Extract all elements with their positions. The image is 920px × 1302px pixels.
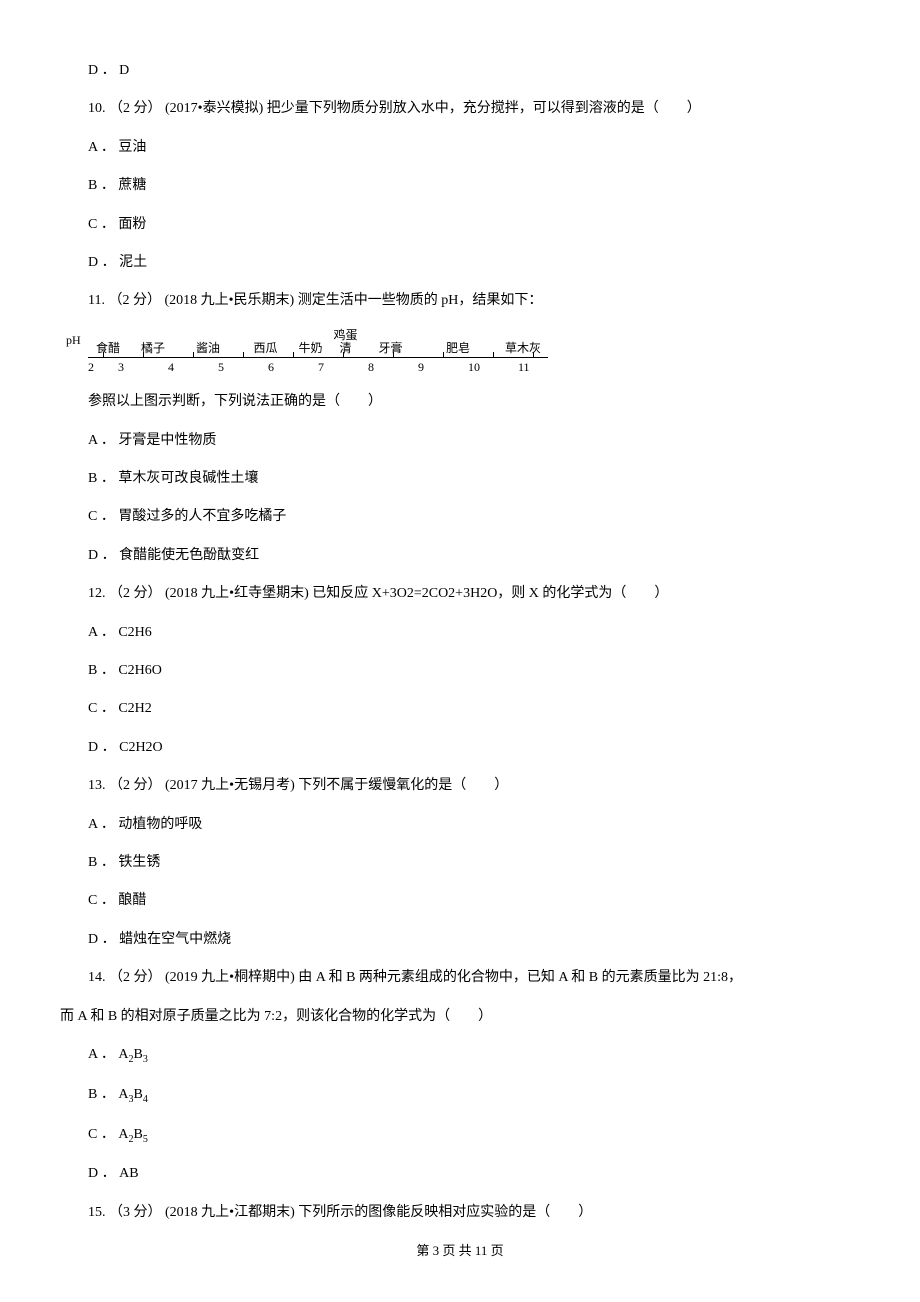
ph-tick-row: 2 3 4 5 6 7 8 9 10 11 [88,358,860,377]
q14-b-prefix: B ． [88,1087,118,1102]
ph-scale-figure: pH 食醋 橘子 酱油 西瓜 牛奶 鸡蛋清 牙膏 肥皂 草木灰 2 3 4 5 … [88,329,860,378]
q14-d-prefix: D ． [88,1166,119,1181]
ph-item-soap: 肥皂 [418,342,498,355]
q13-option-d: D ． 蜡烛在空气中燃烧 [60,929,860,951]
q14-stem-line1: 14. （2 分） (2019 九上•桐梓期中) 由 A 和 B 两种元素组成的… [60,967,860,989]
ph-tick-11: 11 [518,358,548,377]
ph-tick-9: 9 [418,358,468,377]
q11-option-c: C ． 胃酸过多的人不宜多吃橘子 [60,506,860,528]
q14-stem-line2: 而 A 和 B 的相对原子质量之比为 7:2，则该化合物的化学式为（ ） [60,1006,860,1028]
q14-c-formula: A2B5 [118,1127,147,1142]
q10-option-b: B ． 蔗糖 [60,175,860,197]
q14-option-b: B ． A3B4 [60,1084,860,1108]
ph-item-vinegar: 食醋 [88,342,128,355]
q10-stem: 10. （2 分） (2017•泰兴模拟) 把少量下列物质分别放入水中，充分搅拌… [60,98,860,120]
ph-item-eggwhite: 鸡蛋清 [328,329,363,355]
q14-option-d: D ． AB [60,1163,860,1185]
q12-stem: 12. （2 分） (2018 九上•红寺堡期末) 已知反应 X+3O2=2CO… [60,583,860,605]
q13-option-a: A ． 动植物的呼吸 [60,814,860,836]
q14-option-a: A ． A2B3 [60,1044,860,1068]
q11-option-d: D ． 食醋能使无色酚酞变红 [60,545,860,567]
ph-axis-label: pH [66,331,81,350]
q15-stem: 15. （3 分） (2018 九上•江都期末) 下列所示的图像能反映相对应实验… [60,1202,860,1224]
ph-item-orange: 橘子 [128,342,178,355]
ph-item-ash: 草木灰 [498,342,548,355]
ph-tick-7: 7 [318,358,368,377]
q14-a-prefix: A ． [88,1047,118,1062]
page-footer: 第 3 页 共 11 页 [0,1241,920,1262]
ph-item-toothpaste: 牙膏 [363,342,418,355]
ph-item-milk: 牛奶 [293,342,328,355]
q12-option-c: C ． C2H2 [60,698,860,720]
q12-option-a: A ． C2H6 [60,622,860,644]
ph-item-labels: 食醋 橘子 酱油 西瓜 牛奶 鸡蛋清 牙膏 肥皂 草木灰 [88,329,860,355]
ph-tick-5: 5 [218,358,268,377]
ph-item-watermelon: 西瓜 [238,342,293,355]
q9-option-d: D ． D [60,60,860,82]
ph-tick-2: 2 [88,358,118,377]
q13-option-b: B ． 铁生锈 [60,852,860,874]
ph-tick-8: 8 [368,358,418,377]
ph-tick-6: 6 [268,358,318,377]
ph-tick-10: 10 [468,358,518,377]
q11-option-b: B ． 草木灰可改良碱性土壤 [60,468,860,490]
q14-d-formula: AB [119,1166,138,1181]
q12-option-b: B ． C2H6O [60,660,860,682]
q13-option-c: C ． 酿醋 [60,890,860,912]
q14-a-formula: A2B3 [118,1047,147,1062]
ph-item-soy: 酱油 [178,342,238,355]
q14-c-prefix: C ． [88,1127,118,1142]
q14-b-formula: A3B4 [118,1087,147,1102]
ph-tick-3: 3 [118,358,168,377]
q11-stem: 11. （2 分） (2018 九上•民乐期末) 测定生活中一些物质的 pH，结… [60,290,860,312]
q13-stem: 13. （2 分） (2017 九上•无锡月考) 下列不属于缓慢氧化的是（ ） [60,775,860,797]
q14-option-c: C ． A2B5 [60,1124,860,1148]
q10-option-a: A ． 豆油 [60,137,860,159]
q11-after: 参照以上图示判断，下列说法正确的是（ ） [60,391,860,413]
ph-tick-4: 4 [168,358,218,377]
q10-option-d: D ． 泥土 [60,252,860,274]
q11-option-a: A ． 牙膏是中性物质 [60,430,860,452]
q12-option-d: D ． C2H2O [60,737,860,759]
q10-option-c: C ． 面粉 [60,214,860,236]
